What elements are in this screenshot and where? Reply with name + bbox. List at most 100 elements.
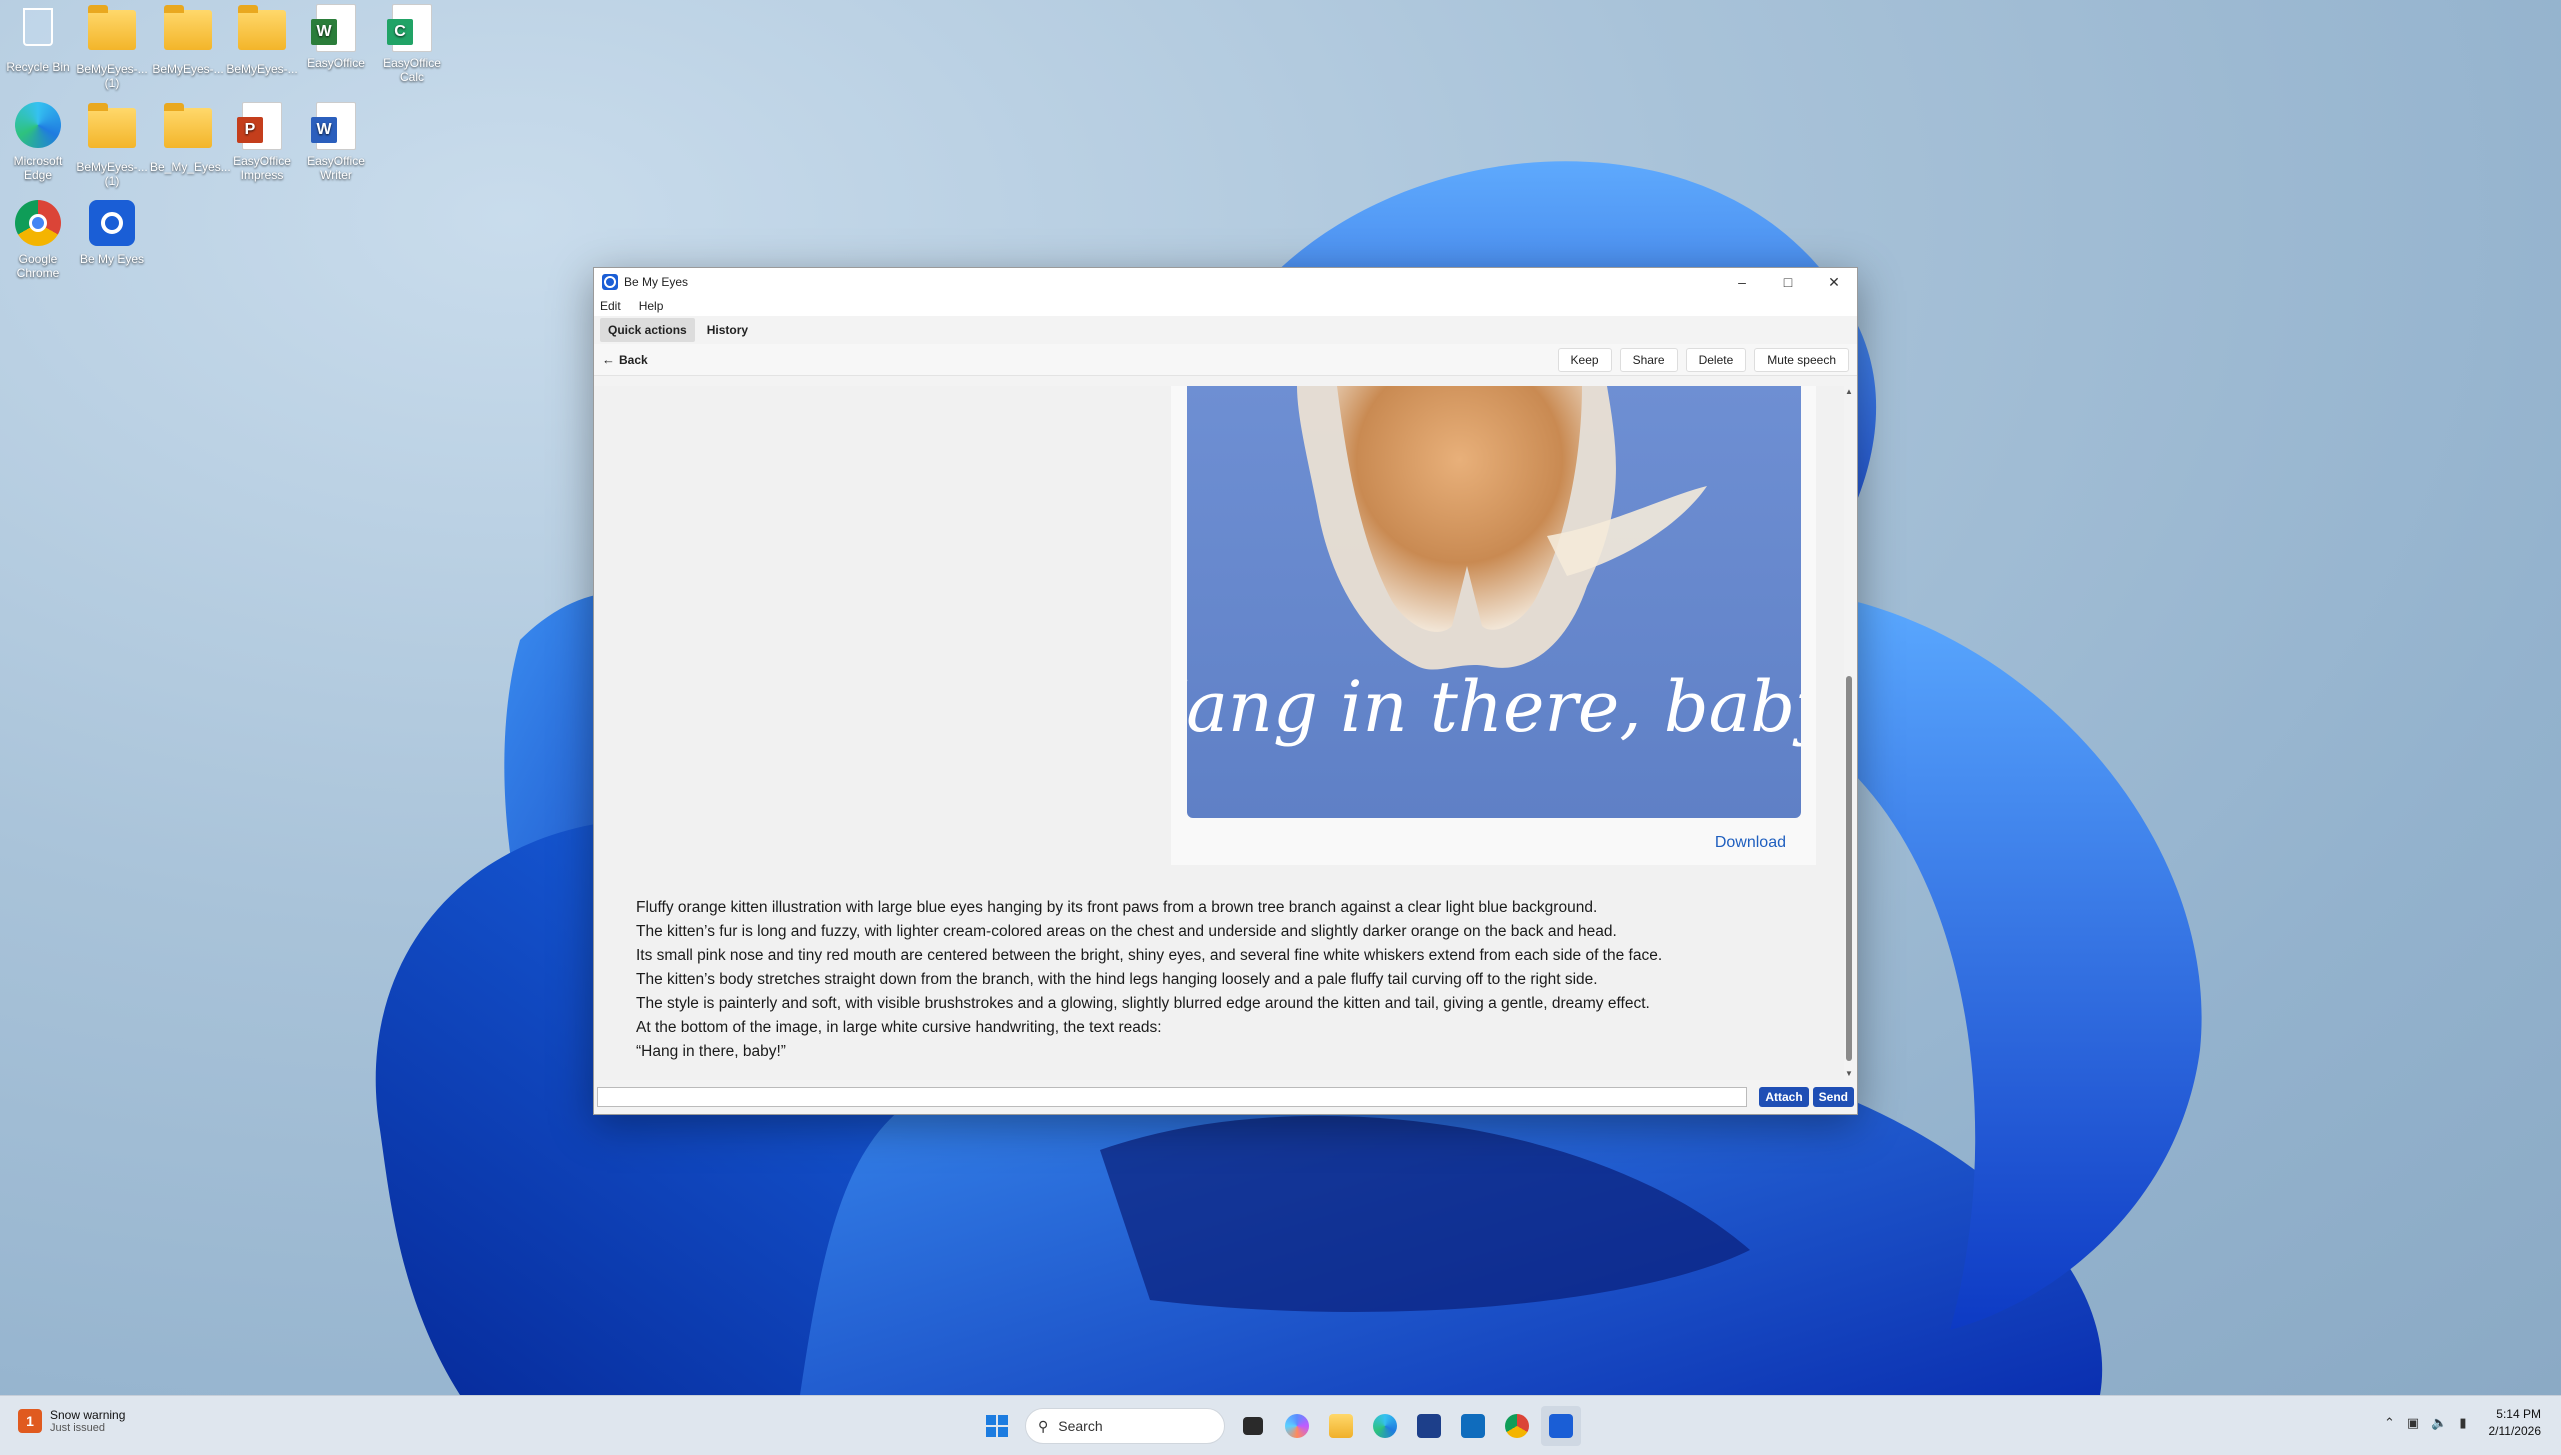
back-arrow-icon: ← bbox=[602, 352, 615, 367]
task-view-button[interactable] bbox=[1233, 1406, 1273, 1446]
chevron-up-icon[interactable]: ⌃ bbox=[2384, 1415, 2395, 1431]
scroll-down-icon[interactable]: ▼ bbox=[1843, 1068, 1855, 1080]
folder-label: BeMyEyes-... (1) bbox=[76, 160, 148, 188]
easyoffice-writer-shortcut[interactable]: W EasyOffice Writer bbox=[298, 102, 374, 182]
scroll-thumb[interactable] bbox=[1846, 676, 1852, 1061]
folder-icon bbox=[88, 103, 136, 156]
scroll-up-icon[interactable]: ▲ bbox=[1843, 386, 1855, 398]
be-my-eyes-shortcut[interactable]: Be My Eyes bbox=[74, 200, 150, 266]
easyoffice-impress-shortcut[interactable]: P EasyOffice Impress bbox=[224, 102, 300, 182]
message-input[interactable] bbox=[597, 1087, 1748, 1107]
weather-widget[interactable]: 1 Snow warning Just issued bbox=[18, 1408, 125, 1434]
send-button[interactable]: Send bbox=[1812, 1087, 1854, 1107]
recycle-bin-shortcut[interactable]: Recycle Bin bbox=[0, 4, 76, 74]
image-description: Fluffy orange kitten illustration with l… bbox=[636, 896, 1816, 1064]
delete-button[interactable]: Delete bbox=[1685, 347, 1747, 372]
minimize-icon[interactable]: – bbox=[1719, 268, 1765, 296]
weather-title: Snow warning bbox=[50, 1408, 126, 1422]
description-line: “Hang in there, baby!” bbox=[636, 1043, 786, 1060]
system-tray: ⌃ ▣ 🔈 ▮ 5:14 PM 2/11/2026 bbox=[2378, 1406, 2541, 1440]
be-my-eyes-folder-shortcut[interactable]: Be_My_Eyes... bbox=[150, 102, 231, 174]
kitten-illustration: Hang in there, baby! bbox=[1187, 386, 1801, 818]
clock-time: 5:14 PM bbox=[2496, 1407, 2541, 1421]
tab-history[interactable]: History bbox=[699, 318, 756, 342]
menu-help[interactable]: Help bbox=[639, 299, 664, 313]
outlook-icon bbox=[1461, 1414, 1485, 1438]
toolbar: ← Back Keep Share Delete Mute speech bbox=[594, 344, 1857, 376]
copilot-icon bbox=[1285, 1414, 1309, 1438]
app-logo-icon bbox=[602, 274, 618, 290]
volume-icon[interactable]: 🔈 bbox=[2431, 1415, 2447, 1431]
battery-icon[interactable]: ▮ bbox=[2459, 1415, 2466, 1431]
network-icon[interactable]: ▣ bbox=[2407, 1415, 2419, 1431]
menu-edit[interactable]: Edit bbox=[600, 299, 621, 313]
store-icon bbox=[1417, 1414, 1441, 1438]
easyoffice-calc-shortcut[interactable]: C EasyOffice Calc bbox=[374, 4, 450, 84]
search-icon: ⚲ bbox=[1038, 1417, 1049, 1434]
description-line: The kitten’s fur is long and fuzzy, with… bbox=[636, 923, 1617, 940]
windows-logo-icon bbox=[986, 1415, 1008, 1437]
writer-label: EasyOffice Writer bbox=[307, 154, 365, 182]
easyoffice-label: EasyOffice bbox=[307, 56, 365, 70]
spreadsheet-icon: C bbox=[387, 4, 436, 52]
description-line: Fluffy orange kitten illustration with l… bbox=[636, 899, 1598, 916]
tab-quick-actions[interactable]: Quick actions bbox=[600, 318, 695, 342]
chrome-label: Google Chrome bbox=[16, 252, 60, 280]
chrome-taskbar-button[interactable] bbox=[1497, 1406, 1537, 1446]
maximize-icon[interactable]: □ bbox=[1765, 268, 1811, 296]
mute-speech-button[interactable]: Mute speech bbox=[1754, 347, 1849, 372]
clock[interactable]: 5:14 PM 2/11/2026 bbox=[2489, 1406, 2542, 1440]
chrome-shortcut[interactable]: Google Chrome bbox=[0, 200, 76, 280]
recycle-bin-label: Recycle Bin bbox=[6, 60, 70, 74]
recycle-bin-icon bbox=[14, 8, 62, 56]
vertical-scrollbar[interactable]: ▲ ▼ bbox=[1843, 386, 1855, 1080]
chrome-icon bbox=[14, 200, 62, 248]
task-view-icon bbox=[1243, 1417, 1263, 1435]
conversation-area[interactable]: Hang in there, baby! Download Fluffy ora… bbox=[594, 386, 1844, 1080]
be-my-eyes-icon bbox=[1549, 1414, 1573, 1438]
image-caption: Hang in there, baby! bbox=[1187, 666, 1801, 748]
taskbar-search[interactable]: ⚲ Search bbox=[1025, 1408, 1225, 1444]
bemyeyes-folder-3-shortcut[interactable]: BeMyEyes-... bbox=[224, 4, 300, 76]
outlook-button[interactable] bbox=[1453, 1406, 1493, 1446]
close-icon[interactable]: ✕ bbox=[1811, 268, 1857, 296]
folder-icon bbox=[238, 5, 286, 58]
calc-label: EasyOffice Calc bbox=[383, 56, 441, 84]
be-my-eyes-window: Be My Eyes – □ ✕ Edit Help Quick actions… bbox=[593, 267, 1858, 1115]
file-explorer-button[interactable] bbox=[1321, 1406, 1361, 1446]
description-line: The kitten’s body stretches straight dow… bbox=[636, 971, 1598, 988]
window-title: Be My Eyes bbox=[624, 275, 689, 289]
store-button[interactable] bbox=[1409, 1406, 1449, 1446]
start-button[interactable] bbox=[977, 1406, 1017, 1446]
weather-warning-icon: 1 bbox=[18, 1409, 42, 1433]
keep-button[interactable]: Keep bbox=[1557, 347, 1612, 372]
bemyeyes-folder-4-shortcut[interactable]: BeMyEyes-... (1) bbox=[74, 102, 150, 188]
menu-bar: Edit Help bbox=[594, 296, 1857, 316]
title-bar[interactable]: Be My Eyes – □ ✕ bbox=[594, 268, 1857, 296]
kitten-image[interactable]: Hang in there, baby! bbox=[1187, 386, 1801, 818]
share-button[interactable]: Share bbox=[1619, 347, 1678, 372]
easyoffice-shortcut[interactable]: W EasyOffice bbox=[298, 4, 374, 70]
description-line: At the bottom of the image, in large whi… bbox=[636, 1019, 1162, 1036]
search-placeholder: Search bbox=[1058, 1418, 1103, 1434]
back-button[interactable]: ← Back bbox=[602, 352, 648, 367]
download-link[interactable]: Download bbox=[1715, 834, 1786, 852]
taskbar: 1 Snow warning Just issued ⚲ Search ⌃ ▣ … bbox=[0, 1395, 2561, 1455]
attach-button[interactable]: Attach bbox=[1759, 1087, 1809, 1107]
weather-subtitle: Just issued bbox=[50, 1422, 106, 1434]
edge-shortcut[interactable]: Microsoft Edge bbox=[0, 102, 76, 182]
bemyeyes-folder-1-shortcut[interactable]: BeMyEyes-... (1) bbox=[74, 4, 150, 90]
composer-bar: Attach Send bbox=[594, 1080, 1857, 1114]
copilot-button[interactable] bbox=[1277, 1406, 1317, 1446]
taskbar-apps: ⚲ Search bbox=[975, 1406, 1583, 1446]
bemyeyes-folder-2-shortcut[interactable]: BeMyEyes-... bbox=[150, 4, 226, 76]
description-line: The style is painterly and soft, with vi… bbox=[636, 995, 1650, 1012]
edge-taskbar-button[interactable] bbox=[1365, 1406, 1405, 1446]
be-my-eyes-taskbar-button[interactable] bbox=[1541, 1406, 1581, 1446]
description-line: Its small pink nose and tiny red mouth a… bbox=[636, 947, 1663, 964]
be-my-eyes-icon bbox=[88, 200, 136, 248]
be-my-eyes-label: Be My Eyes bbox=[79, 252, 145, 266]
clock-date: 2/11/2026 bbox=[2488, 1424, 2542, 1438]
presentation-icon: P bbox=[237, 102, 286, 150]
edge-icon bbox=[14, 102, 62, 150]
